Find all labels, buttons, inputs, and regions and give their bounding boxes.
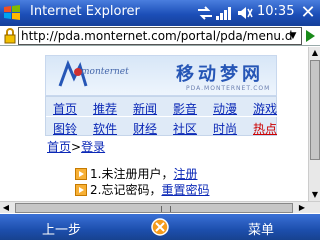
scroll-up-icon[interactable]: ▲: [310, 47, 320, 59]
title-bar: Internet Explorer 10:35 ✕: [0, 0, 320, 26]
breadcrumb: 首页>登录: [47, 138, 105, 155]
site-brand-title: 移动梦网: [176, 64, 264, 85]
list-item: 2.忘记密码，重置密码: [75, 181, 209, 198]
nav-link-games[interactable]: 游戏: [253, 100, 277, 117]
nav-grid: 首页 推荐 新闻 影音 动漫 游戏 图铃 软件 财经 社区 时尚 热点: [45, 96, 278, 137]
vertical-scroll-thumb[interactable]: [310, 60, 320, 160]
line-text: 2.忘记密码，: [90, 183, 162, 197]
horizontal-scrollbar[interactable]: ◀ ▶: [0, 201, 320, 213]
center-action-icon[interactable]: [150, 217, 170, 237]
address-bar: http://pda.monternet.com/portal/pda/menu…: [0, 26, 320, 46]
scroll-right-icon[interactable]: ▶: [296, 202, 308, 214]
horizontal-scroll-thumb[interactable]: [15, 203, 293, 213]
softkey-bar: 上一步 菜单: [0, 214, 320, 240]
nav-link-anime[interactable]: 动漫: [213, 100, 237, 117]
nav-link-ringtones[interactable]: 图铃: [53, 120, 77, 137]
nav-link-recommend[interactable]: 推荐: [93, 100, 117, 117]
close-icon[interactable]: ✕: [297, 1, 319, 25]
reset-password-link[interactable]: 重置密码: [161, 183, 209, 197]
nav-link-finance[interactable]: 财经: [133, 120, 157, 137]
go-arrow-icon[interactable]: [303, 27, 319, 45]
menu-softkey[interactable]: 菜单: [248, 219, 274, 238]
nav-link-hot[interactable]: 热点: [253, 120, 277, 137]
nav-link-home[interactable]: 首页: [53, 100, 77, 117]
register-link[interactable]: 注册: [173, 167, 197, 181]
nav-link-community[interactable]: 社区: [173, 120, 197, 137]
list-item: 1.未注册用户，注册: [75, 165, 197, 182]
scroll-grip-icon: [161, 206, 171, 212]
signal-strength-icon[interactable]: [215, 5, 233, 21]
nav-link-fashion[interactable]: 时尚: [213, 120, 237, 137]
site-brand-url: PDA.MONTERNET.COM: [186, 85, 271, 92]
clock[interactable]: 10:35: [257, 4, 294, 19]
breadcrumb-separator: >: [71, 140, 82, 154]
web-content[interactable]: monternet 移动梦网 PDA.MONTERNET.COM 首页 推荐 新…: [0, 47, 308, 201]
site-banner: monternet 移动梦网 PDA.MONTERNET.COM: [45, 55, 277, 96]
connectivity-icon[interactable]: [196, 5, 214, 21]
arrow-bullet-icon: [75, 168, 87, 180]
scroll-left-icon[interactable]: ◀: [0, 202, 12, 214]
url-input[interactable]: http://pda.monternet.com/portal/pda/menu…: [18, 27, 302, 45]
nav-link-media[interactable]: 影音: [173, 100, 197, 117]
vertical-scrollbar[interactable]: ▲ ▼: [308, 47, 320, 201]
nav-row: 图铃 软件 财经 社区 时尚 热点: [46, 117, 278, 137]
arrow-bullet-icon: [75, 184, 87, 196]
nav-link-software[interactable]: 软件: [93, 120, 117, 137]
volume-icon[interactable]: [236, 5, 254, 21]
nav-row: 首页 推荐 新闻 影音 动漫 游戏: [46, 97, 278, 117]
url-dropdown-icon[interactable]: ▼: [286, 28, 300, 44]
logo-wordmark: monternet: [81, 67, 129, 77]
lock-icon: [4, 28, 16, 44]
breadcrumb-home-link[interactable]: 首页: [47, 140, 71, 154]
window-title: Internet Explorer: [30, 4, 140, 19]
back-softkey[interactable]: 上一步: [42, 219, 81, 238]
breadcrumb-login-link[interactable]: 登录: [81, 140, 105, 154]
windows-logo-icon[interactable]: [3, 4, 22, 22]
line-text: 1.未注册用户，: [90, 167, 174, 181]
nav-link-news[interactable]: 新闻: [133, 100, 157, 117]
scroll-down-icon[interactable]: ▼: [310, 189, 320, 201]
